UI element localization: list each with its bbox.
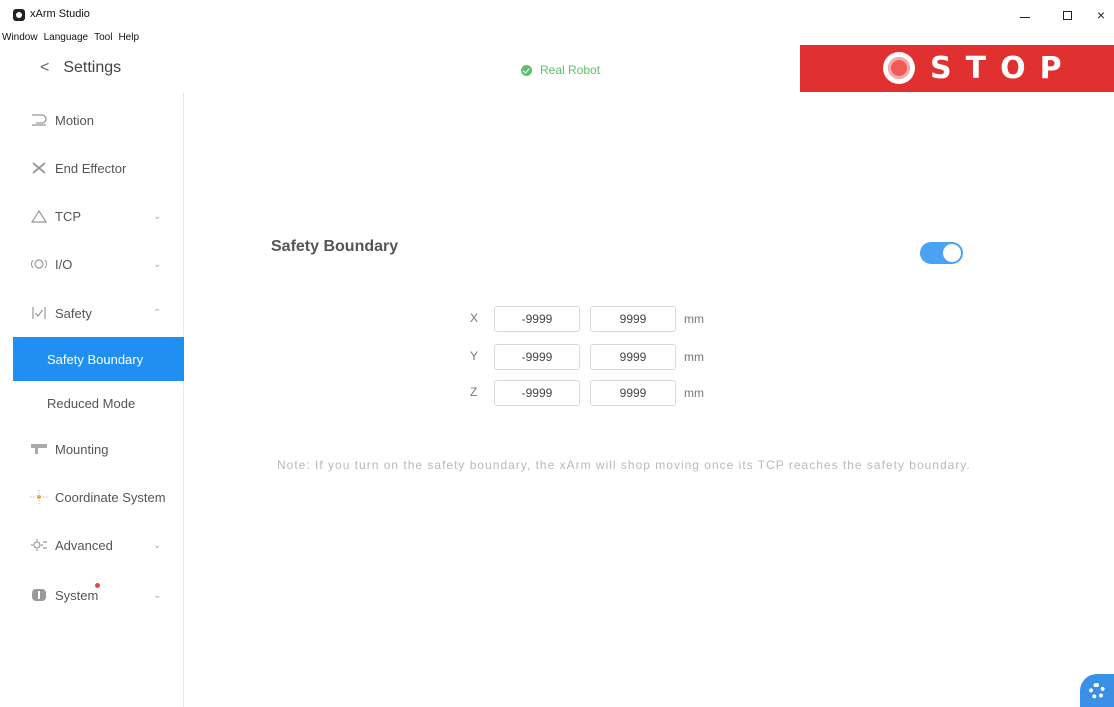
app-title: xArm Studio xyxy=(30,8,90,20)
sidebar-item-mounting[interactable]: Mounting xyxy=(13,427,184,471)
sidebar-item-label: System xyxy=(55,587,99,603)
maximize-icon xyxy=(1062,10,1072,20)
y-min-input[interactable]: -9999 xyxy=(494,344,580,370)
sidebar-item-label: Coordinate System xyxy=(55,489,166,505)
menu-tool[interactable]: Tool xyxy=(94,31,112,45)
sidebar-item-system[interactable]: System ⌄ xyxy=(13,573,184,617)
minimize-button[interactable] xyxy=(1012,4,1038,26)
sidebar-subitem-safety-boundary[interactable]: Safety Boundary xyxy=(13,337,184,381)
safety-icon xyxy=(30,306,48,320)
status-label: Real Robot xyxy=(540,63,601,77)
advanced-icon xyxy=(30,538,48,552)
sidebar-subitem-reduced-mode[interactable]: Reduced Mode xyxy=(13,381,184,425)
sidebar-item-label: End Effector xyxy=(55,160,127,176)
sidebar-item-coordinate-system[interactable]: Coordinate System xyxy=(13,475,184,519)
mounting-icon xyxy=(30,442,48,456)
x-max-input[interactable]: 9999 xyxy=(590,306,676,332)
sidebar-item-tcp[interactable]: TCP ⌄ xyxy=(13,194,184,238)
maximize-button[interactable] xyxy=(1054,4,1080,26)
notification-dot xyxy=(95,583,100,588)
chevron-down-icon: ⌄ xyxy=(153,589,162,601)
menu-language[interactable]: Language xyxy=(44,31,89,45)
system-icon xyxy=(30,588,48,602)
io-icon xyxy=(30,257,48,271)
sidebar-item-motion[interactable]: Motion xyxy=(13,98,184,142)
safety-boundary-note: Note: If you turn on the safety boundary… xyxy=(277,458,971,472)
motion-icon xyxy=(30,113,48,127)
sidebar-item-label: Advanced xyxy=(55,537,113,553)
section-title: Safety Boundary xyxy=(271,238,399,255)
page-title: Settings xyxy=(63,59,122,76)
chevron-down-icon: ⌄ xyxy=(153,539,162,551)
y-max-input[interactable]: 9999 xyxy=(590,344,676,370)
sidebar-item-label: Safety xyxy=(55,305,92,321)
close-icon: × xyxy=(1096,7,1106,23)
sidebar-item-label: Mounting xyxy=(55,441,109,457)
sidebar-item-end-effector[interactable]: End Effector xyxy=(13,146,184,190)
menu-help[interactable]: Help xyxy=(118,31,139,45)
axis-label: Y xyxy=(470,349,479,363)
settings-fab-button[interactable] xyxy=(1080,674,1114,707)
sidebar-subitem-label: Safety Boundary xyxy=(47,351,144,367)
tcp-icon xyxy=(30,209,48,223)
chevron-up-icon: ⌃ xyxy=(153,307,162,319)
sidebar-item-safety[interactable]: Safety ⌃ xyxy=(13,291,184,335)
emergency-stop-button[interactable]: STOP xyxy=(800,45,1114,92)
unit-label: mm xyxy=(684,312,704,326)
chevron-down-icon: ⌄ xyxy=(153,258,162,270)
settings-sidebar: Motion End Effector TCP ⌄ I/O ⌄ Safety ⌃… xyxy=(13,93,184,707)
safety-boundary-toggle[interactable] xyxy=(920,242,963,264)
x-min-input[interactable]: -9999 xyxy=(494,306,580,332)
coordinate-system-icon xyxy=(30,490,48,504)
title-bar: xArm Studio × xyxy=(0,0,1114,32)
stop-label: STOP xyxy=(930,51,1076,86)
settings-header: < Settings xyxy=(40,59,121,77)
sidebar-item-advanced[interactable]: Advanced ⌄ xyxy=(13,523,184,567)
sidebar-subitem-label: Reduced Mode xyxy=(47,395,136,411)
sidebar-item-label: I/O xyxy=(55,256,73,272)
unit-label: mm xyxy=(684,350,704,364)
check-circle-icon xyxy=(521,64,532,76)
stop-icon xyxy=(883,52,915,84)
chevron-down-icon: ⌄ xyxy=(153,210,162,222)
unit-label: mm xyxy=(684,386,704,400)
axis-label: Z xyxy=(470,385,478,399)
back-chevron-icon[interactable]: < xyxy=(40,59,49,77)
sidebar-item-io[interactable]: I/O ⌄ xyxy=(13,242,184,286)
close-button[interactable]: × xyxy=(1088,4,1114,26)
minimize-icon xyxy=(1020,16,1030,18)
gear-icon xyxy=(1089,682,1105,699)
menu-bar: Window Language Tool Help xyxy=(0,31,139,45)
sidebar-item-label: TCP xyxy=(55,208,81,224)
robot-status: Real Robot xyxy=(521,63,600,77)
menu-window[interactable]: Window xyxy=(2,31,38,45)
z-min-input[interactable]: -9999 xyxy=(494,380,580,406)
app-logo-icon xyxy=(13,9,25,21)
axis-label: X xyxy=(470,311,479,325)
end-effector-icon xyxy=(30,161,48,175)
z-max-input[interactable]: 9999 xyxy=(590,380,676,406)
sidebar-item-label: Motion xyxy=(55,112,95,128)
